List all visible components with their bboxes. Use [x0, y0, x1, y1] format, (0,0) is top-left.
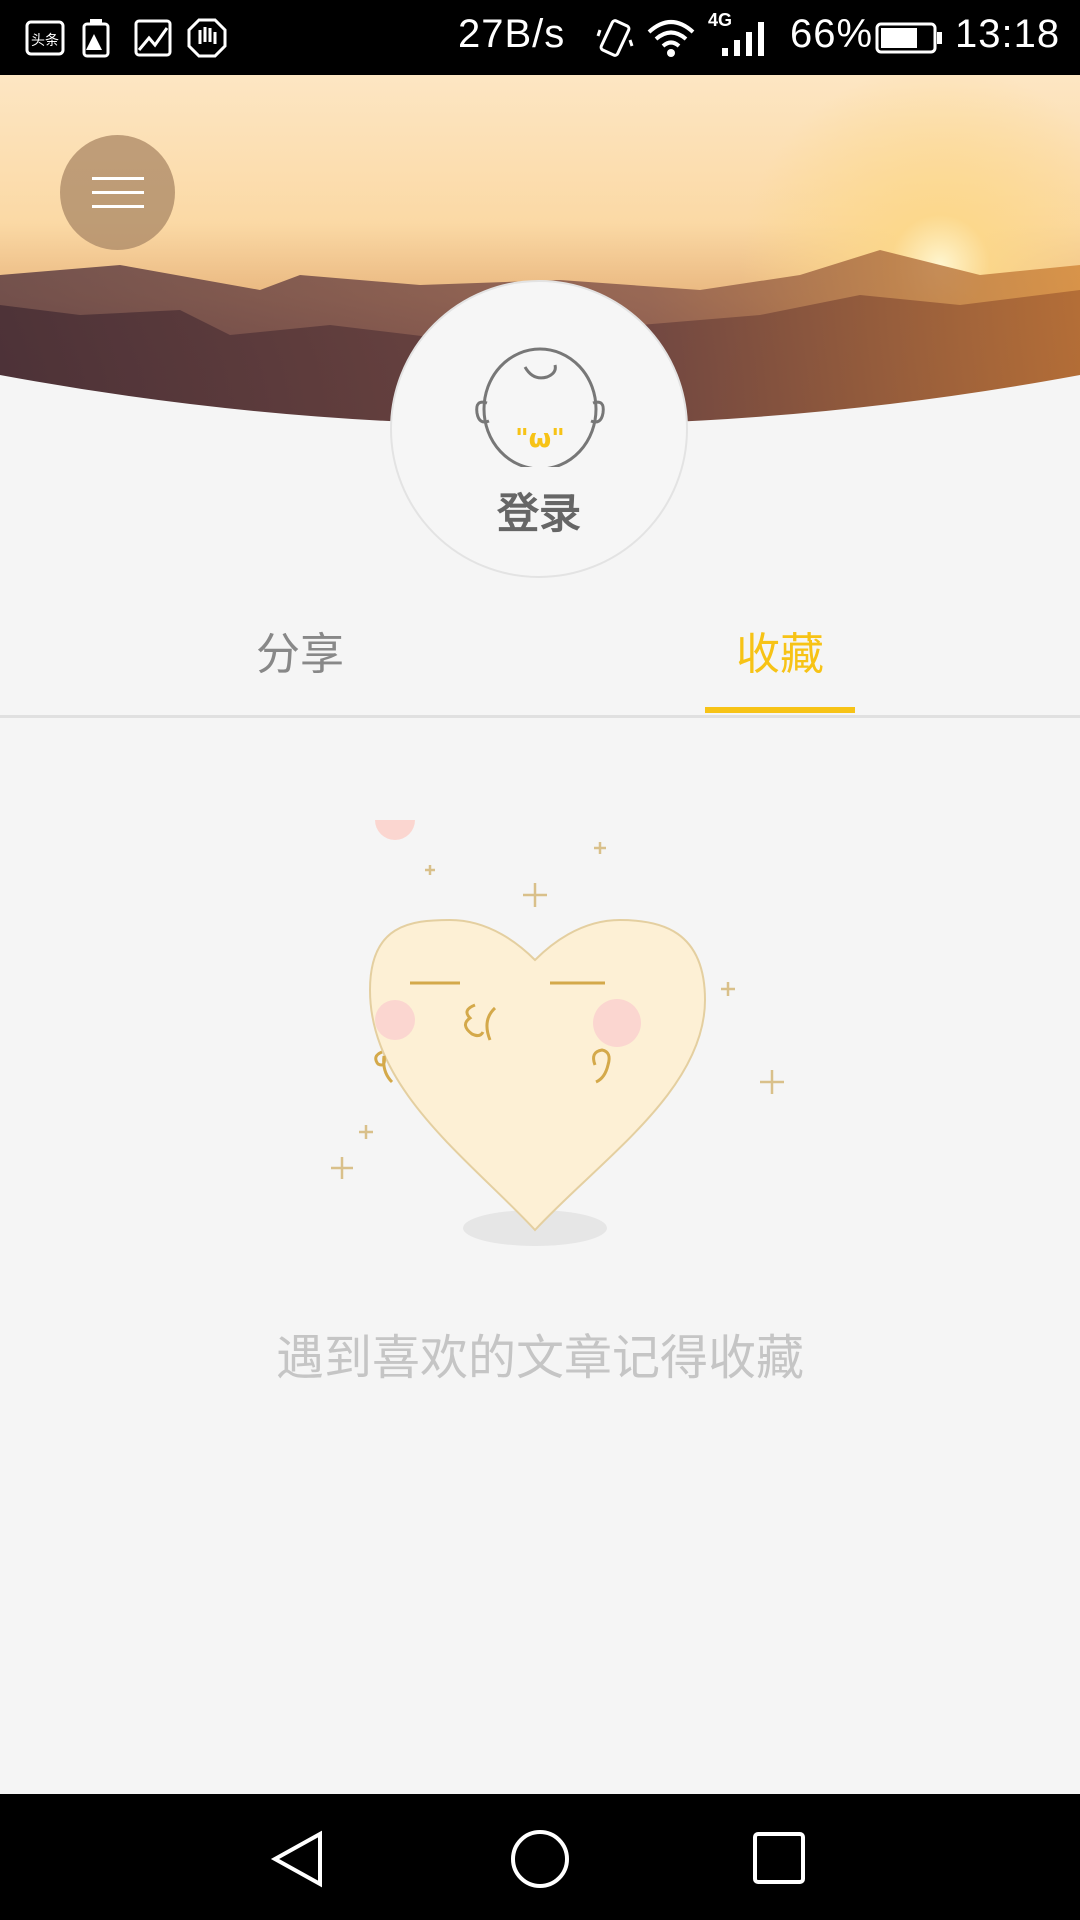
tab-favorites[interactable]: 收藏 — [705, 605, 855, 715]
battery-percent: 66% — [790, 12, 874, 56]
battery-warning-icon — [82, 19, 110, 58]
svg-text:头条: 头条 — [31, 32, 59, 49]
status-bar: 头条 27B/s 4G 66% 13:18 — [0, 0, 1080, 75]
navigation-bar — [0, 1794, 1080, 1920]
toutiao-icon: 头条 — [25, 20, 65, 56]
image-icon — [134, 19, 172, 57]
login-avatar-button[interactable]: "ω" 登录 — [390, 280, 688, 578]
battery-icon — [875, 22, 942, 54]
svg-text:"ω": "ω" — [515, 424, 565, 454]
net-speed: 27B/s — [458, 12, 566, 56]
home-icon[interactable] — [505, 1824, 575, 1894]
hamburger-menu-icon — [91, 166, 144, 219]
wifi-icon — [647, 20, 695, 57]
tab-bar: 分享 收藏 — [0, 605, 1080, 718]
signal-icon — [722, 22, 764, 56]
heart-kiss-icon — [331, 820, 784, 1246]
empty-state-message: 遇到喜欢的文章记得收藏 — [275, 1330, 804, 1386]
vibrate-icon — [596, 19, 634, 57]
recents-icon[interactable] — [745, 1824, 815, 1894]
active-tab-indicator — [705, 707, 855, 713]
back-icon[interactable] — [265, 1824, 335, 1894]
baby-face-avatar-icon: "ω" — [475, 347, 605, 467]
hand-icon — [187, 18, 227, 58]
menu-button[interactable] — [60, 135, 175, 250]
login-label: 登录 — [496, 489, 581, 538]
clock: 13:18 — [955, 12, 1061, 56]
tab-share[interactable]: 分享 — [175, 605, 425, 715]
